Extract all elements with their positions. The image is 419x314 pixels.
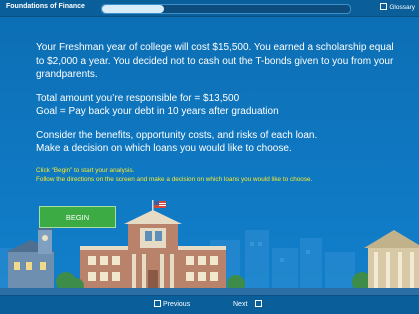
- bottom-nav-bar: Previous Next: [0, 295, 419, 314]
- app-title: Foundations of Finance: [6, 3, 85, 10]
- next-label: Next: [233, 301, 248, 308]
- begin-button[interactable]: BEGIN: [39, 206, 116, 228]
- previous-icon: [154, 300, 161, 307]
- glossary-button[interactable]: Glossary: [380, 3, 415, 11]
- left-house: [6, 222, 56, 292]
- summary-block: Total amount you’re responsible for = $1…: [36, 92, 396, 119]
- goal-line: Goal = Pay back your debt in 10 years af…: [36, 106, 279, 117]
- next-button[interactable]: Next: [233, 300, 263, 308]
- instruction-line-2: Follow the directions on the screen and …: [36, 175, 313, 183]
- scenario-paragraph: Your Freshman year of college will cost …: [36, 42, 394, 80]
- right-building: [364, 230, 419, 292]
- app-frame: Foundations of Finance Glossary Your Fre…: [0, 0, 419, 314]
- consider-block: Consider the benefits, opportunity costs…: [36, 129, 396, 156]
- glossary-icon: [380, 3, 388, 10]
- glossary-label: Glossary: [389, 4, 415, 11]
- instruction-line-1: Click “Begin” to start your analysis.: [36, 166, 135, 174]
- main-content: Your Freshman year of college will cost …: [36, 41, 396, 184]
- instructions: Click “Begin” to start your analysis. Fo…: [36, 166, 396, 184]
- decision-line: Make a decision on which loans you would…: [36, 143, 292, 154]
- previous-label: Previous: [162, 301, 191, 308]
- consider-line: Consider the benefits, opportunity costs…: [36, 129, 318, 141]
- previous-button[interactable]: Previous: [154, 300, 190, 308]
- top-bar: Foundations of Finance Glossary: [0, 0, 419, 17]
- total-line: Total amount you’re responsible for = $1…: [36, 92, 240, 104]
- next-icon: [255, 300, 263, 307]
- progress-fill: [102, 5, 164, 13]
- progress-bar: [101, 4, 351, 14]
